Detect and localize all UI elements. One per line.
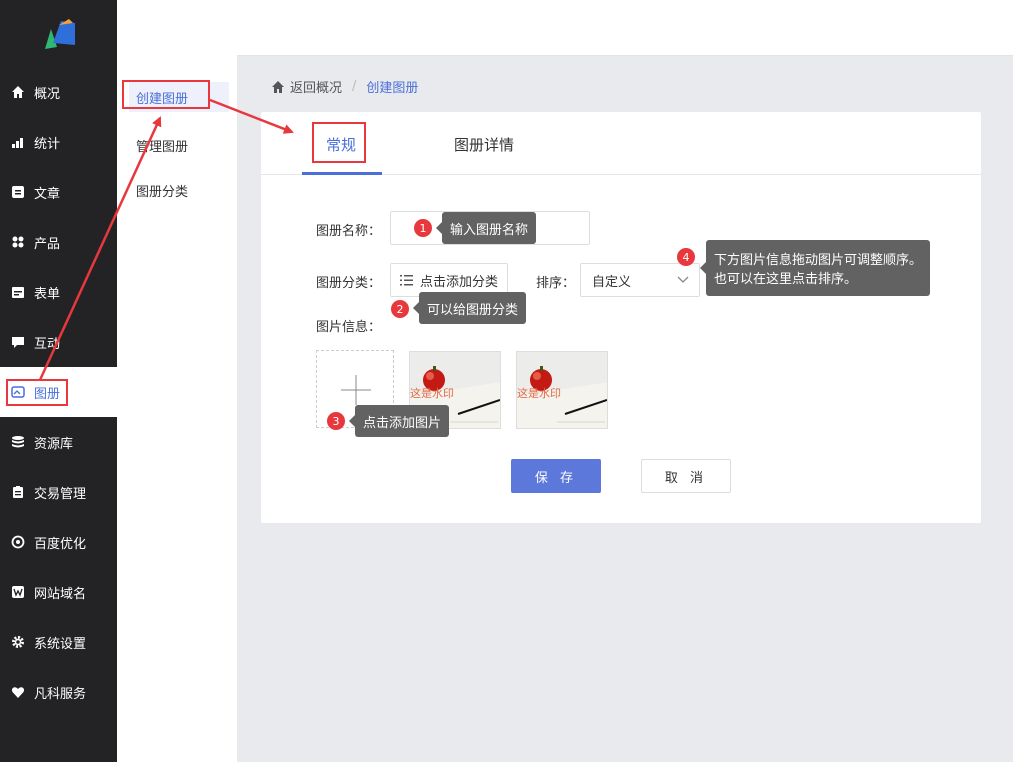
sidebar-item-label: 系统设置	[34, 636, 87, 652]
album-image-2[interactable]: 这是水印	[516, 351, 608, 429]
sidebar-item-label: 资源库	[34, 436, 74, 452]
sidebar-item-label: 互动	[34, 336, 61, 352]
logo[interactable]	[0, 0, 117, 70]
album-category-label: 图册分类：	[316, 276, 382, 291]
sort-label: 排序：	[536, 276, 576, 291]
chevron-down-icon	[677, 276, 689, 284]
tab-active-indicator	[302, 172, 382, 175]
sidebar-item-label: 表单	[34, 286, 61, 302]
sidebar-item-label: 百度优化	[34, 536, 87, 552]
sidebar-item-domain[interactable]: 网站域名	[0, 567, 117, 617]
tooltip-step-4-line1: 下方图片信息拖动图片可调整顺序。	[714, 253, 923, 268]
logo-icon	[44, 19, 75, 49]
sort-value: 自定义	[592, 274, 632, 290]
sidebar-item-label: 产品	[34, 236, 61, 252]
add-category-label: 点击添加分类	[420, 274, 499, 290]
tooltip-step-4: 下方图片信息拖动图片可调整顺序。 也可以在这里点击排序。	[699, 240, 931, 296]
highlight-box-album	[6, 379, 68, 406]
calendar-icon	[10, 284, 26, 300]
sidebar-item-interact[interactable]: 互动	[0, 317, 117, 367]
sub-sidebar: 创建图册 管理图册 图册分类	[117, 0, 237, 762]
chat-icon	[10, 334, 26, 350]
sidebar-item-seo[interactable]: 百度优化	[0, 517, 117, 567]
watermark-text: 这是水印	[517, 387, 561, 400]
sidebar-item-label: 凡科服务	[34, 686, 87, 702]
step-badge-3: 3	[327, 412, 345, 430]
watermark-text: 这是水印	[410, 387, 454, 400]
form-card: 常规 图册详情 图册名称： 图册分类： 点击添加分类 排序： 自定义 图片信息：	[261, 112, 981, 523]
sidebar-item-label: 文章	[34, 186, 61, 202]
sidebar-item-products[interactable]: 产品	[0, 217, 117, 267]
sidebar-item-articles[interactable]: 文章	[0, 167, 117, 217]
gear-icon	[10, 634, 26, 650]
breadcrumb-separator: /	[352, 79, 357, 94]
subnav-album-category[interactable]: 图册分类	[136, 181, 188, 200]
w-icon	[10, 584, 26, 600]
sidebar-item-trade[interactable]: 交易管理	[0, 467, 117, 517]
list-icon	[400, 274, 413, 286]
step-badge-2: 2	[391, 300, 409, 318]
cancel-button[interactable]: 取 消	[641, 459, 731, 493]
target-icon	[10, 534, 26, 550]
home-icon	[10, 84, 26, 100]
step-badge-1: 1	[414, 219, 432, 237]
article-icon	[10, 184, 26, 200]
clipboard-icon	[10, 484, 26, 500]
album-name-label: 图册名称：	[316, 224, 382, 239]
tab-details[interactable]: 图册详情	[454, 134, 514, 155]
breadcrumb-current: 创建图册	[366, 81, 419, 96]
sidebar-item-overview[interactable]: 概况	[0, 67, 117, 117]
sidebar-item-service[interactable]: 凡科服务	[0, 667, 117, 717]
sidebar-item-label: 统计	[34, 136, 61, 152]
tooltip-step-4-line2: 也可以在这里点击排序。	[714, 272, 858, 287]
sidebar-item-settings[interactable]: 系统设置	[0, 617, 117, 667]
sidebar-item-stats[interactable]: 统计	[0, 117, 117, 167]
save-button[interactable]: 保 存	[511, 459, 601, 493]
tab-bar: 常规 图册详情	[261, 112, 981, 175]
image-info-label: 图片信息：	[316, 320, 382, 335]
sidebar-item-resources[interactable]: 资源库	[0, 417, 117, 467]
tooltip-step-3: 点击添加图片	[348, 405, 450, 437]
chart-icon	[10, 134, 26, 150]
database-icon	[10, 434, 26, 450]
sort-select[interactable]: 自定义	[580, 263, 700, 297]
heart-icon	[10, 684, 26, 700]
highlight-box-create	[122, 80, 210, 109]
highlight-box-tab	[312, 122, 366, 163]
step-badge-4: 4	[677, 248, 695, 266]
grid-icon	[10, 234, 26, 250]
sidebar-item-forms[interactable]: 表单	[0, 267, 117, 317]
home-icon[interactable]	[271, 80, 285, 94]
sidebar-item-label: 交易管理	[34, 486, 87, 502]
tooltip-step-2: 可以给图册分类	[412, 292, 527, 324]
sidebar-item-label: 网站域名	[34, 586, 87, 602]
top-bar	[237, 0, 1013, 56]
breadcrumb: 返回概况 / 创建图册	[271, 77, 418, 96]
back-link[interactable]: 返回概况	[290, 77, 342, 96]
sidebar-item-label: 概况	[34, 86, 61, 102]
tooltip-step-1: 输入图册名称	[435, 212, 537, 244]
subnav-manage-album[interactable]: 管理图册	[136, 136, 188, 155]
plus-icon	[341, 375, 371, 409]
